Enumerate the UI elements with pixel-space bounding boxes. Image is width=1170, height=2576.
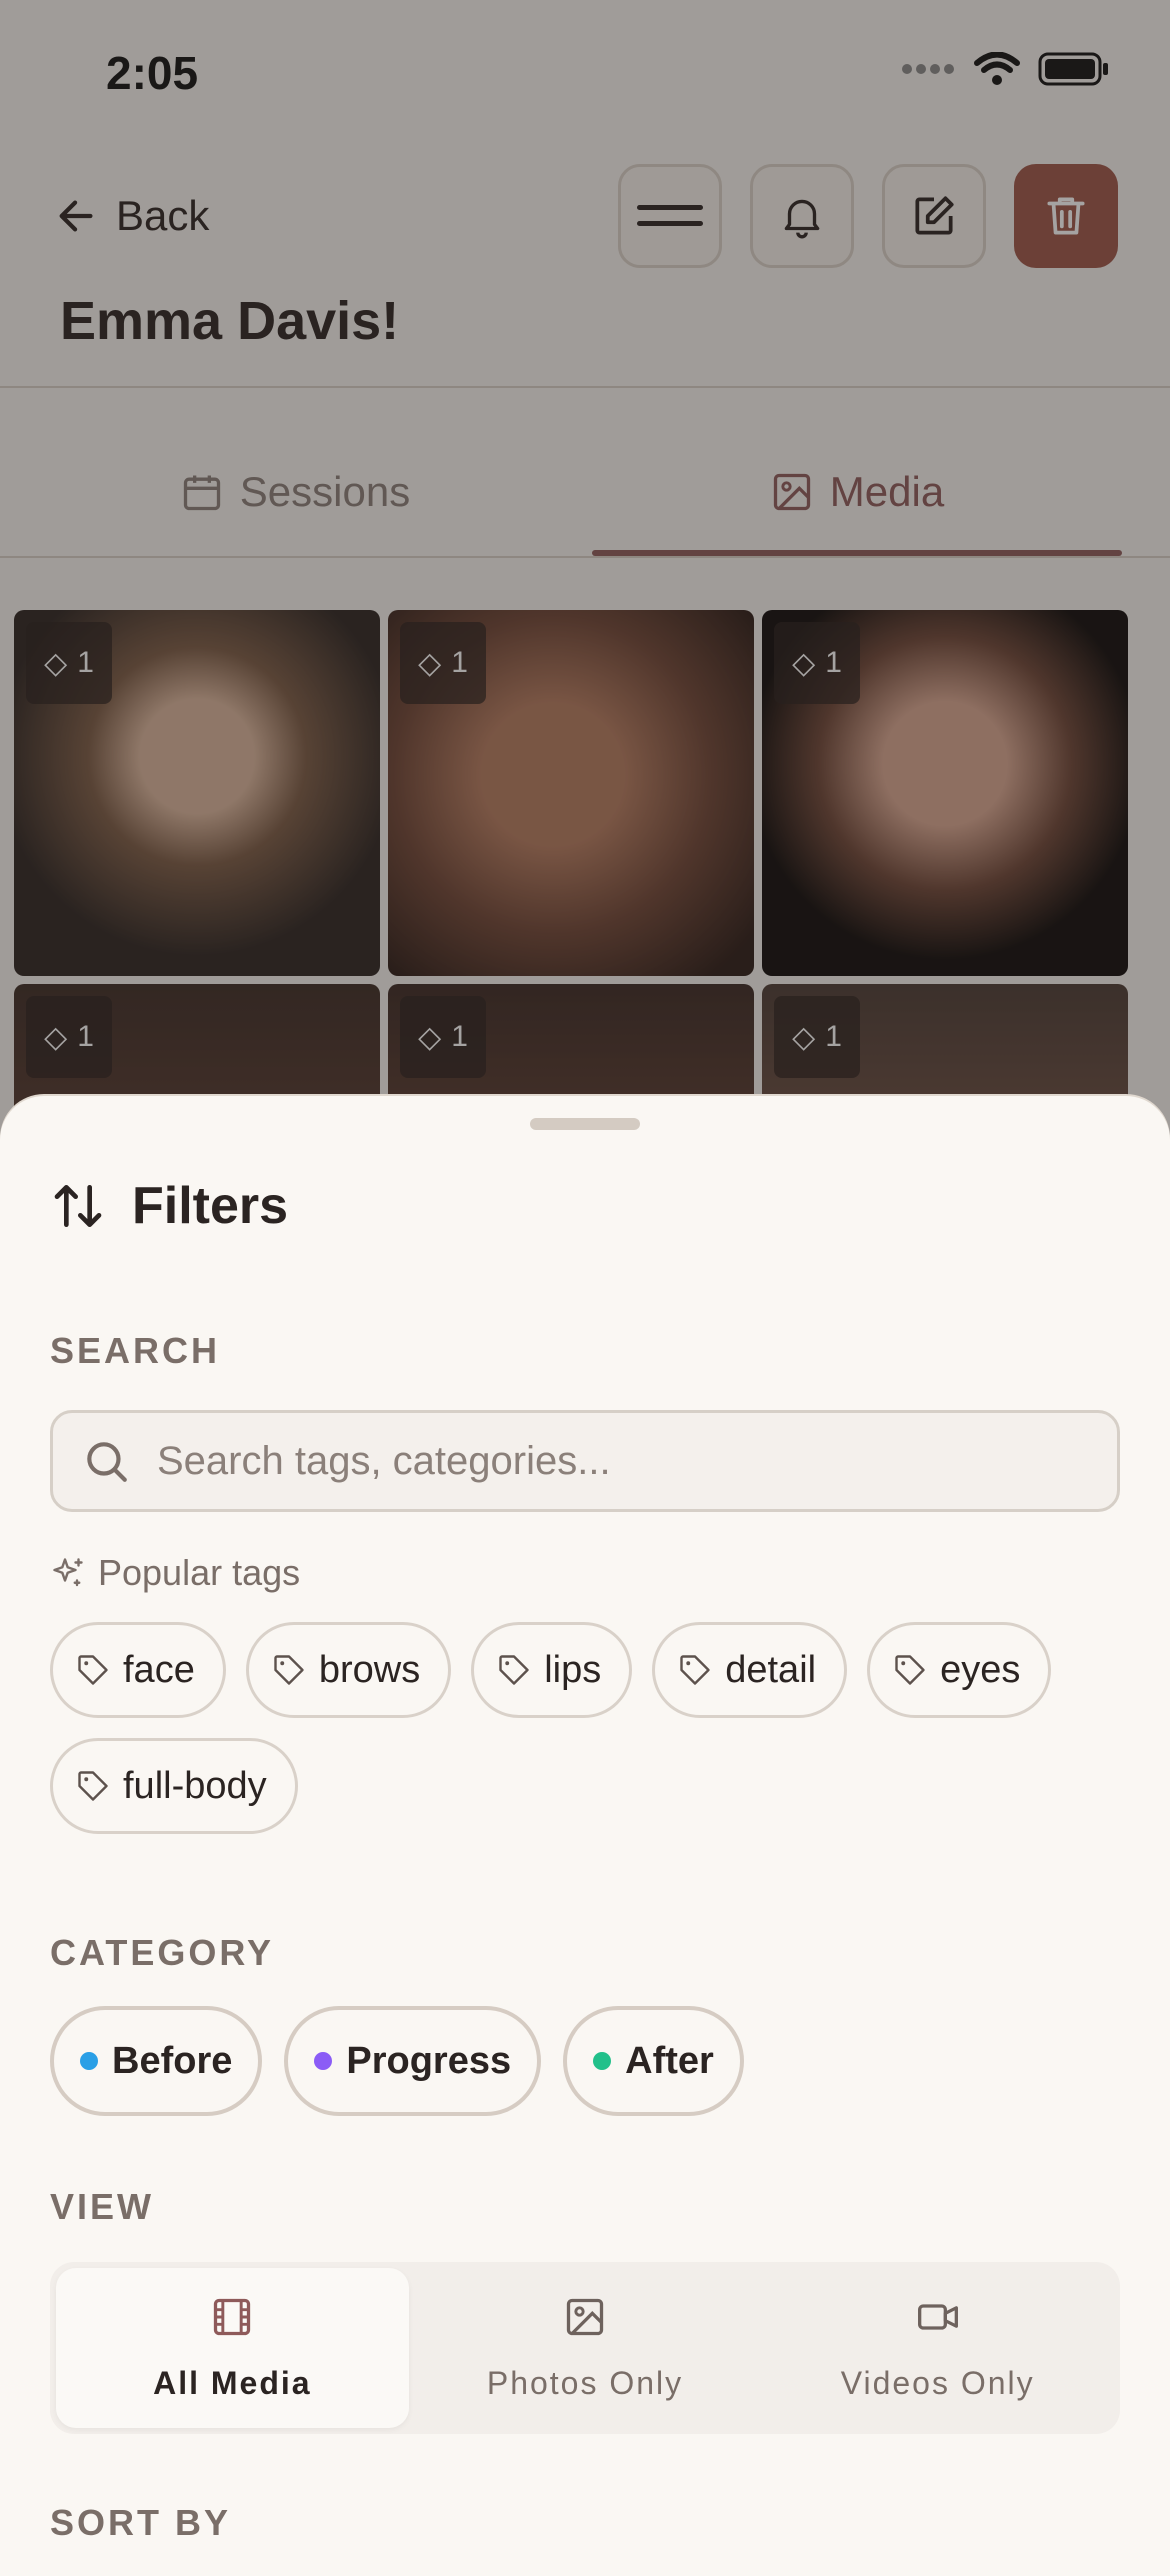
tag-chip-label: detail [725,1648,817,1691]
sheet-handle[interactable] [530,1118,640,1130]
category-label: After [625,2039,714,2082]
sort-arrows-icon [54,1185,102,1227]
tag-icon [680,1655,710,1685]
tag-chip-full-body[interactable]: full-body [50,1738,298,1834]
category-chip-after[interactable]: After [563,2006,744,2116]
view-all-media[interactable]: All Media [56,2268,409,2428]
category-section-label: CATEGORY [50,1932,275,1973]
view-section-label: VIEW [50,2186,155,2227]
tag-chip-label: lips [544,1648,602,1691]
tag-chip-detail[interactable]: detail [652,1622,848,1718]
category-chip-progress[interactable]: Progress [284,2006,542,2116]
tag-chip-label: eyes [940,1648,1021,1691]
category-chips: Before Progress After [50,2006,744,2116]
popular-tags-label: Popular tags [50,1552,300,1594]
tag-icon [78,1655,108,1685]
category-dot [593,2052,612,2070]
image-icon [566,2298,604,2335]
category-label: Before [112,2039,233,2082]
sort-section-label: SORT BY [50,2502,232,2543]
tag-chip-label: face [123,1648,195,1691]
category-chip-before[interactable]: Before [50,2006,263,2116]
video-icon [917,2303,958,2330]
search-icon [87,1442,127,1482]
category-label: Progress [346,2039,512,2082]
category-dot [80,2052,98,2070]
popular-tags-text: Popular tags [98,1552,301,1593]
search-input[interactable] [155,1437,1059,1485]
popular-tags: face brows lips detail eyes full-body [50,1622,1130,1834]
tag-icon [895,1655,925,1685]
view-videos-only[interactable]: Videos Only [761,2268,1114,2428]
view-label: Videos Only [840,2364,1035,2401]
tag-icon [78,1771,108,1801]
tag-icon [274,1655,304,1685]
tag-chip-lips[interactable]: lips [471,1622,633,1718]
film-icon [214,2298,251,2335]
sheet-title: Filters [50,1176,288,1236]
tag-chip-label: brows [318,1648,421,1691]
tag-chip-eyes[interactable]: eyes [867,1622,1052,1718]
search-box[interactable] [50,1410,1120,1512]
tag-chip-brows[interactable]: brows [245,1622,452,1718]
search-section-label: SEARCH [50,1330,221,1371]
view-photos-only[interactable]: Photos Only [409,2268,762,2428]
tag-chip-label: full-body [123,1764,267,1807]
view-label: Photos Only [486,2364,684,2401]
view-segmented-control: All Media Photos Only Videos Only [50,2262,1120,2434]
view-label: All Media [153,2364,312,2401]
sparkles-icon [53,1558,83,1587]
category-dot [314,2052,333,2070]
sheet-title-label: Filters [132,1177,289,1235]
tag-icon [499,1655,529,1685]
tag-chip-face[interactable]: face [50,1622,226,1718]
